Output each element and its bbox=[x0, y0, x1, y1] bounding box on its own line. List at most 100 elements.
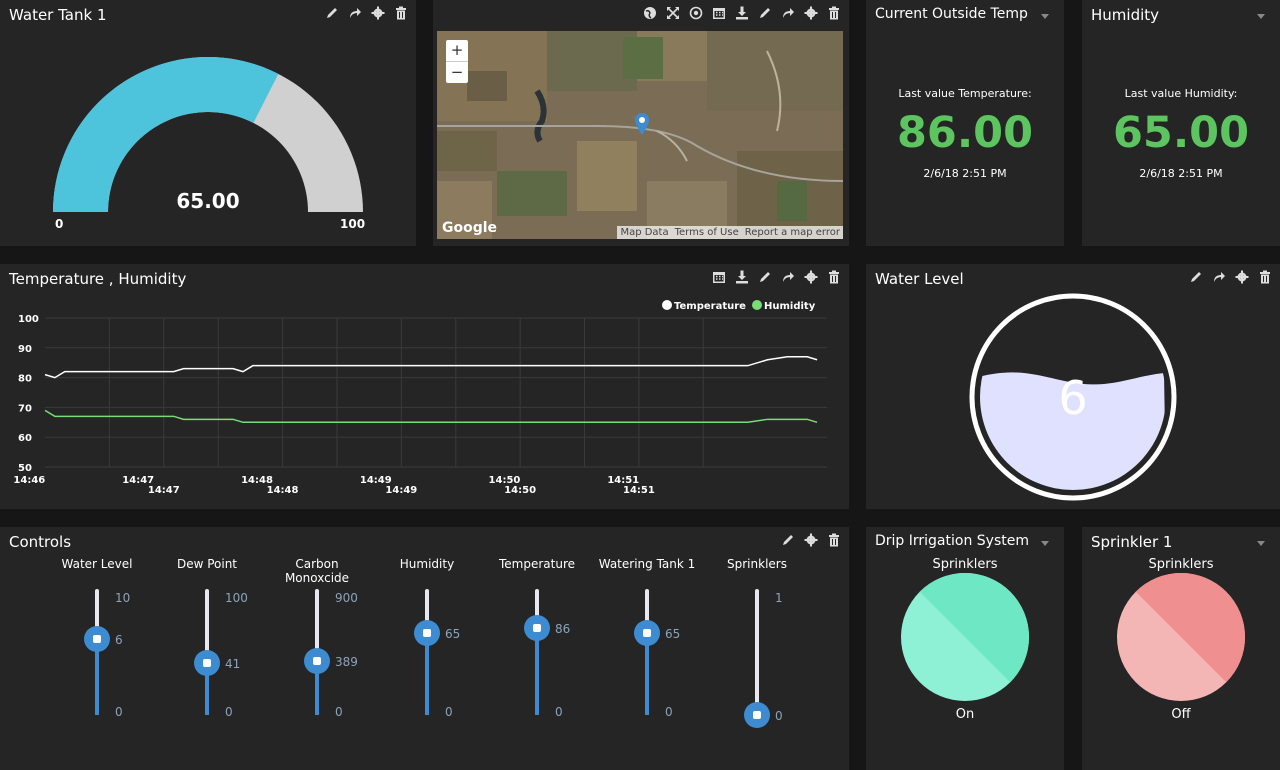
slider-value-label: 65 bbox=[665, 627, 681, 642]
slider-value-label: 41 bbox=[225, 657, 241, 672]
x-tick-label: 14:48 bbox=[267, 485, 299, 496]
legend-label: Temperature bbox=[674, 301, 746, 312]
slider-value-label: 6 bbox=[115, 633, 123, 648]
legend-marker bbox=[752, 300, 762, 310]
temperature-value: 86.00 bbox=[896, 108, 1033, 158]
slider-min-label: 0 bbox=[445, 705, 453, 719]
panel-toolbar bbox=[643, 6, 841, 20]
sprinkler-switch-off[interactable] bbox=[1082, 573, 1280, 713]
dropdown-caret-icon[interactable] bbox=[1041, 14, 1049, 19]
x-tick-label: 14:51 bbox=[623, 485, 655, 496]
share-icon[interactable] bbox=[781, 6, 795, 20]
humidity-value: 65.00 bbox=[1112, 108, 1249, 158]
gauge-min-label: 0 bbox=[55, 217, 64, 231]
line-chart[interactable]: 100 90 80 70 60 5014:46 14:47 14:48 14:49 14:50 14… bbox=[0, 264, 849, 509]
slider-handle[interactable] bbox=[524, 615, 550, 642]
slider-handle-grip bbox=[203, 659, 211, 668]
panel-title: Sprinkler 1 bbox=[1091, 533, 1173, 551]
drip-irrigation-panel: Drip Irrigation System Sprinklers On bbox=[866, 527, 1064, 770]
panel-title: Drip Irrigation System bbox=[875, 533, 1029, 549]
target-icon[interactable] bbox=[689, 6, 703, 20]
slider-min-label: 0 bbox=[335, 705, 343, 719]
download-icon[interactable] bbox=[735, 6, 749, 20]
slider-value-label: 389 bbox=[335, 654, 358, 669]
y-tick-label: 50 bbox=[18, 463, 32, 474]
legend-marker bbox=[662, 300, 672, 310]
slider-max-label: 10 bbox=[115, 591, 131, 605]
expand-icon[interactable] bbox=[666, 6, 680, 20]
slider-max-label: 900 bbox=[335, 591, 358, 605]
slider-value-label: 0 bbox=[775, 709, 783, 723]
slider-handle[interactable] bbox=[634, 620, 660, 647]
outside-temp-panel: Current Outside Temp Last value Temperat… bbox=[866, 0, 1064, 246]
zoom-out-button[interactable]: − bbox=[446, 62, 468, 83]
x-tick-label: 14:50 bbox=[504, 485, 536, 496]
x-tick-label: 14:46 bbox=[13, 475, 45, 486]
x-tick-label: 14:47 bbox=[148, 485, 180, 496]
slider-min-label: 0 bbox=[115, 705, 123, 719]
last-value-label: Last value Temperature: bbox=[898, 87, 1032, 100]
sprinkler-panel: Sprinkler 1 Sprinklers Off bbox=[1082, 527, 1280, 770]
panel-title: Controls bbox=[9, 533, 72, 551]
switch-label: Sprinklers bbox=[1148, 557, 1214, 572]
liquid-gauge-value: 6 bbox=[1058, 371, 1087, 425]
slider-value-label: 65 bbox=[445, 627, 461, 642]
map-data-link[interactable]: Map Data bbox=[620, 227, 668, 238]
slider-fill bbox=[535, 628, 539, 715]
trash-icon[interactable] bbox=[827, 6, 841, 20]
gear-icon[interactable] bbox=[804, 533, 818, 547]
slider-value-label: 86 bbox=[555, 622, 571, 637]
dropdown-caret-icon[interactable] bbox=[1257, 14, 1265, 19]
slider-handle[interactable] bbox=[84, 626, 110, 653]
slider-label: Sprinklers bbox=[727, 557, 787, 571]
slider-handle[interactable] bbox=[194, 650, 220, 677]
sprinkler-switch-on[interactable] bbox=[866, 573, 1064, 713]
slider-label: Water Level bbox=[61, 557, 133, 571]
timestamp: 2/6/18 2:51 PM bbox=[1139, 167, 1223, 180]
slider-min-label: 0 bbox=[665, 705, 673, 719]
satellite-map[interactable]: + − Google Map Data Terms of Use Report … bbox=[437, 31, 843, 239]
slider-max-label: 1 bbox=[775, 591, 783, 605]
slider-handle-grip bbox=[643, 629, 651, 638]
slider-min-label: 0 bbox=[225, 705, 233, 719]
slider-track[interactable] bbox=[755, 589, 759, 715]
slider-handle-grip bbox=[753, 711, 761, 719]
chart-panel: Temperature , Humidity 100 90 80 70 60 50 14:4… bbox=[0, 264, 849, 509]
pencil-icon[interactable] bbox=[781, 533, 795, 547]
slider-handle-grip bbox=[533, 624, 541, 633]
humidity-panel: Humidity Last value Humidity: 65.00 2/6/… bbox=[1082, 0, 1280, 246]
terms-of-use-link[interactable]: Terms of Use bbox=[675, 227, 739, 238]
calendar-icon[interactable] bbox=[712, 6, 726, 20]
y-tick-label: 100 bbox=[18, 314, 39, 325]
zoom-in-button[interactable]: + bbox=[446, 40, 468, 62]
slider-label: Carbon Monoxcide bbox=[284, 557, 350, 585]
x-tick-label: 14:49 bbox=[385, 485, 417, 496]
slider-handle[interactable] bbox=[744, 702, 770, 728]
map-pin-icon[interactable] bbox=[635, 113, 649, 139]
series-line-temperature bbox=[44, 355, 818, 379]
y-tick-label: 70 bbox=[18, 403, 32, 414]
switch-state: Off bbox=[1171, 707, 1191, 722]
last-value-label: Last value Humidity: bbox=[1124, 87, 1238, 100]
slider-label: Temperature bbox=[498, 557, 575, 571]
slider-handle-grip bbox=[313, 656, 321, 665]
dropdown-caret-icon[interactable] bbox=[1257, 541, 1265, 546]
slider-max-label: 100 bbox=[225, 591, 248, 605]
series-line-humidity bbox=[44, 409, 818, 424]
slider-min-label: 0 bbox=[555, 705, 563, 719]
slider-handle[interactable] bbox=[414, 620, 440, 647]
gear-icon[interactable] bbox=[804, 6, 818, 20]
globe-icon[interactable] bbox=[643, 6, 657, 20]
controls-panel: Controls Water Level 10 6 0 Dew Point 100 41 0 C… bbox=[0, 527, 849, 770]
dropdown-caret-icon[interactable] bbox=[1041, 541, 1049, 546]
zoom-controls: + − bbox=[446, 40, 468, 83]
trash-icon[interactable] bbox=[827, 533, 841, 547]
slider-label: Watering Tank 1 bbox=[598, 557, 696, 571]
timestamp: 2/6/18 2:51 PM bbox=[923, 167, 1007, 180]
pencil-icon[interactable] bbox=[758, 6, 772, 20]
report-error-link[interactable]: Report a map error bbox=[745, 227, 840, 238]
slider-handle[interactable] bbox=[304, 647, 330, 674]
google-logo: Google bbox=[442, 220, 498, 236]
map-attribution: Map Data Terms of Use Report a map error bbox=[617, 226, 843, 239]
switch-label: Sprinklers bbox=[932, 557, 998, 572]
